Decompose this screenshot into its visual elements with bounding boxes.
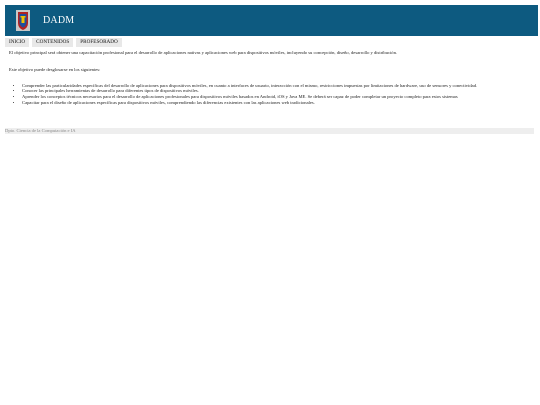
page: DADM INICIO CONTENIDOS PROFESORADO El ob… bbox=[0, 0, 540, 405]
footer-text: Dpto. Ciencia de la Computación e IA bbox=[5, 128, 76, 133]
tab-inicio[interactable]: INICIO bbox=[5, 38, 30, 47]
main-nav: INICIO CONTENIDOS PROFESORADO bbox=[5, 38, 122, 47]
tab-contenidos[interactable]: CONTENIDOS bbox=[32, 38, 74, 47]
tab-profesorado[interactable]: PROFESORADO bbox=[76, 38, 122, 47]
objectives-subtitle: Este objetivo puede desglosarse en los s… bbox=[9, 66, 101, 72]
objectives-list: Comprender las particularidades específi… bbox=[9, 83, 529, 106]
list-item: Capacitar para el diseño de aplicaciones… bbox=[22, 100, 529, 106]
intro-paragraph: El objetivo principal será obtener una c… bbox=[9, 50, 398, 55]
university-shield-icon[interactable] bbox=[16, 10, 30, 31]
footer: Dpto. Ciencia de la Computación e IA bbox=[5, 128, 534, 134]
site-header: DADM bbox=[5, 5, 538, 36]
main-content: El objetivo principal será obtener una c… bbox=[9, 50, 529, 106]
site-title: DADM bbox=[43, 15, 75, 26]
